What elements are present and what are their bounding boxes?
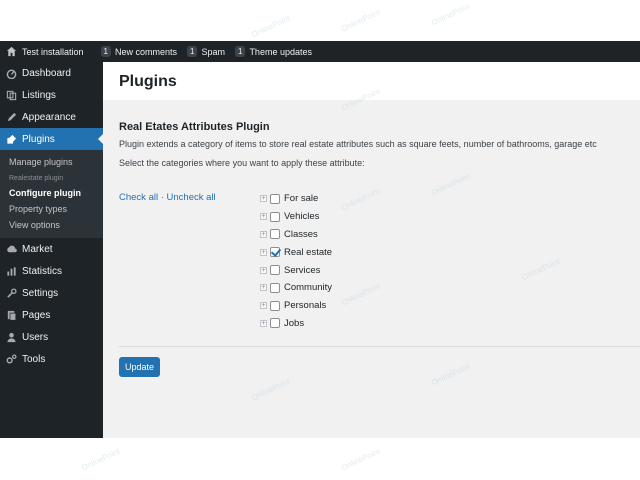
category-label: Jobs xyxy=(284,317,305,329)
watermark: OnlinePoint xyxy=(430,1,472,28)
category-checkbox[interactable] xyxy=(270,300,280,311)
category-label: Community xyxy=(284,282,333,294)
category-checkbox[interactable] xyxy=(270,211,280,222)
category-item-classes: + Classes xyxy=(260,226,332,244)
sidebar-item-label: Market xyxy=(22,243,53,255)
submenu-view-options[interactable]: View options xyxy=(0,217,103,233)
category-checkbox[interactable] xyxy=(270,265,280,276)
new-comments-link[interactable]: 1 New comments xyxy=(96,41,182,62)
uncheck-all-link[interactable]: Uncheck all xyxy=(167,192,216,203)
check-all-link[interactable]: Check all xyxy=(119,192,158,203)
expand-icon[interactable]: + xyxy=(260,302,267,310)
tools-icon xyxy=(6,354,17,365)
category-label: Classes xyxy=(284,228,318,240)
sidebar-item-appearance[interactable]: Appearance xyxy=(0,106,103,128)
link-separator: · xyxy=(160,192,164,203)
expand-icon[interactable]: + xyxy=(260,284,267,292)
spam-label: Spam xyxy=(201,46,225,57)
category-tree: + For sale + Vehicles + Classes + Real e… xyxy=(260,190,332,332)
watermark: OnlinePoint xyxy=(250,13,292,40)
category-checkbox-checked[interactable] xyxy=(270,247,280,258)
category-item-for-sale: + For sale xyxy=(260,190,332,208)
sidebar-item-label: Dashboard xyxy=(22,67,71,79)
sidebar-item-tools[interactable]: Tools xyxy=(0,348,103,370)
home-icon xyxy=(6,46,17,57)
statistics-icon xyxy=(6,266,17,277)
new-comments-label: New comments xyxy=(115,46,178,57)
plugin-description: Plugin extends a category of items to st… xyxy=(119,139,597,149)
sidebar-item-listings[interactable]: Listings xyxy=(0,84,103,106)
sidebar-item-settings[interactable]: Settings xyxy=(0,282,103,304)
sidebar-item-pages[interactable]: Pages xyxy=(0,304,103,326)
spam-count-badge: 1 xyxy=(187,46,198,57)
market-icon xyxy=(6,244,17,255)
spam-link[interactable]: 1 Spam xyxy=(182,41,230,62)
pages-icon xyxy=(6,310,17,321)
category-item-real-estate: + Real estate xyxy=(260,243,332,261)
theme-updates-link[interactable]: 1 Theme updates xyxy=(230,41,317,62)
admin-sidebar: Dashboard Listings Appearance Plugins Ma… xyxy=(0,62,103,438)
category-item-community: + Community xyxy=(260,279,332,297)
sidebar-item-label: Pages xyxy=(22,309,51,321)
listings-icon xyxy=(6,90,17,101)
category-checkbox[interactable] xyxy=(270,318,280,329)
submenu-configure-plugin[interactable]: Configure plugin xyxy=(0,185,103,201)
sidebar-item-label: Users xyxy=(22,331,49,343)
category-checkbox[interactable] xyxy=(270,193,280,204)
expand-icon[interactable]: + xyxy=(260,319,267,327)
category-label: Vehicles xyxy=(284,211,320,223)
sidebar-item-label: Statistics xyxy=(22,265,63,277)
category-checkbox[interactable] xyxy=(270,229,280,240)
plugins-icon xyxy=(6,134,17,145)
sidebar-item-dashboard[interactable]: Dashboard xyxy=(0,62,103,84)
page-title-bar xyxy=(103,62,640,100)
category-item-jobs: + Jobs xyxy=(260,315,332,333)
users-icon xyxy=(6,332,17,343)
expand-icon[interactable]: + xyxy=(260,266,267,274)
form-divider xyxy=(119,346,640,347)
category-item-services: + Services xyxy=(260,261,332,279)
watermark: OnlinePoint xyxy=(80,446,122,473)
admin-bar: Test installation 1 New comments 1 Spam … xyxy=(0,41,640,62)
watermark: OnlinePoint xyxy=(340,446,382,473)
category-item-personals: + Personals xyxy=(260,297,332,315)
check-links: Check all · Uncheck all xyxy=(119,192,216,203)
expand-icon[interactable]: + xyxy=(260,213,267,221)
sidebar-item-market[interactable]: Market xyxy=(0,238,103,260)
appearance-icon xyxy=(6,112,17,123)
sidebar-item-statistics[interactable]: Statistics xyxy=(0,260,103,282)
site-name-link[interactable]: Test installation xyxy=(0,41,96,62)
submenu-group-label: Realestate plugin xyxy=(9,175,64,182)
category-checkbox[interactable] xyxy=(270,282,280,293)
category-instruction: Select the categories where you want to … xyxy=(119,158,365,168)
site-name: Test installation xyxy=(22,46,84,57)
category-label: For sale xyxy=(284,193,319,205)
dashboard-icon xyxy=(6,68,17,79)
category-label: Services xyxy=(284,264,321,276)
category-label: Personals xyxy=(284,300,327,312)
sidebar-item-label: Appearance xyxy=(22,111,76,123)
sidebar-item-label: Tools xyxy=(22,353,46,365)
sidebar-item-label: Listings xyxy=(22,89,56,101)
expand-icon[interactable]: + xyxy=(260,195,267,203)
category-item-vehicles: + Vehicles xyxy=(260,208,332,226)
submenu-property-types[interactable]: Property types xyxy=(0,201,103,217)
theme-updates-label: Theme updates xyxy=(249,46,312,57)
plugins-submenu: Manage plugins Realestate plugin Configu… xyxy=(0,150,103,238)
submenu-manage-plugins[interactable]: Manage plugins xyxy=(0,154,103,170)
watermark: OnlinePoint xyxy=(340,7,382,34)
plugin-heading: Real Etates Attributes Plugin xyxy=(119,121,270,133)
comments-count-badge: 1 xyxy=(100,46,111,57)
expand-icon[interactable]: + xyxy=(260,248,267,256)
sidebar-item-label: Settings xyxy=(22,287,59,299)
category-label: Real estate xyxy=(284,246,333,258)
sidebar-item-users[interactable]: Users xyxy=(0,326,103,348)
settings-icon xyxy=(6,287,17,299)
update-button[interactable]: Update xyxy=(119,357,160,377)
sidebar-item-plugins[interactable]: Plugins xyxy=(0,128,103,150)
theme-updates-count-badge: 1 xyxy=(234,46,246,57)
sidebar-item-label: Plugins xyxy=(22,133,55,145)
expand-icon[interactable]: + xyxy=(260,230,267,238)
page-title: Plugins xyxy=(119,73,177,90)
